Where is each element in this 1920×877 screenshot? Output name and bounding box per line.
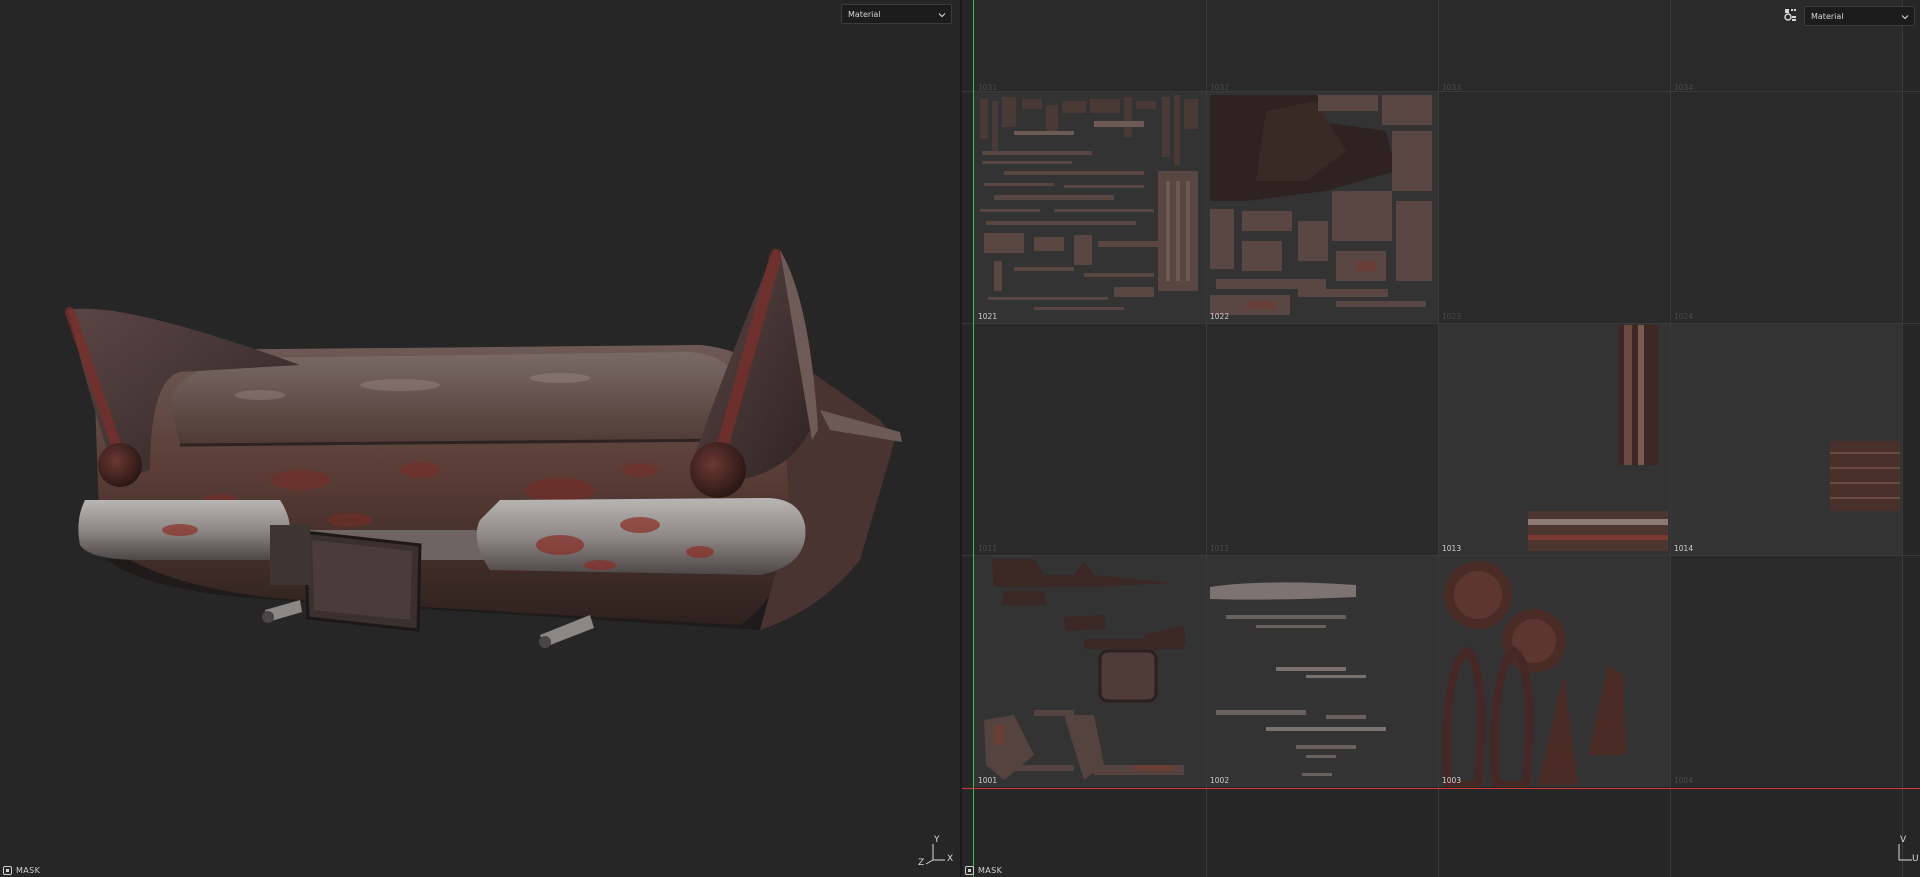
uv-grid[interactable]: 1031 1032 1033 1034 1021 1022 1023 1024 … xyxy=(962,0,1920,877)
grid-line xyxy=(962,323,1920,324)
uv-islands-grille xyxy=(1830,441,1900,511)
uv-tile[interactable]: 1004 xyxy=(1670,555,1902,787)
uv-tile[interactable]: 1024 xyxy=(1670,91,1902,323)
uv-tile[interactable]: 1032 xyxy=(1206,0,1438,92)
uv-tile[interactable]: 1011 xyxy=(974,323,1206,555)
uv-tile[interactable]: 1033 xyxy=(1438,0,1670,92)
dropdown-value: Material xyxy=(848,9,881,19)
mask-toggle-icon[interactable] xyxy=(965,865,974,875)
grid-line xyxy=(1438,0,1439,877)
grid-line xyxy=(1670,0,1671,877)
tile-label: 1013 xyxy=(1442,544,1462,553)
tile-label: 1012 xyxy=(1210,544,1230,553)
mask-status-uv[interactable]: MASK xyxy=(962,863,1002,877)
uv-tile[interactable]: 1002 xyxy=(1206,555,1438,787)
axis-gizmo-uv: V U xyxy=(1892,835,1920,870)
mask-status[interactable]: MASK xyxy=(0,863,40,877)
mask-label: MASK xyxy=(16,865,41,875)
tile-label: 1014 xyxy=(1674,544,1694,553)
uv-tile[interactable]: 1013 xyxy=(1438,323,1670,555)
uv-islands-small-parts xyxy=(980,95,1198,310)
tile-label: 1003 xyxy=(1442,776,1462,785)
grid-line xyxy=(962,91,1920,92)
uv-islands-body-panels xyxy=(1210,95,1432,315)
uv-tile[interactable]: 1022 xyxy=(1206,91,1438,323)
gizmo-v-label: V xyxy=(1900,835,1907,845)
v-axis-line xyxy=(973,0,974,877)
mask-toggle-icon[interactable] xyxy=(3,865,12,875)
viewport-2d-uv[interactable]: 1031 1032 1033 1034 1021 1022 1023 1024 … xyxy=(962,0,1920,877)
gizmo-x-label: X xyxy=(947,854,954,864)
gizmo-u-label: U xyxy=(1912,854,1919,864)
car-model-render[interactable] xyxy=(0,0,960,877)
axis-gizmo-3d: Y Z X xyxy=(918,835,958,870)
grid-line xyxy=(962,555,1920,556)
grid-line xyxy=(1206,0,1207,877)
mask-label: MASK xyxy=(978,865,1003,875)
gizmo-z-label: Z xyxy=(918,858,925,868)
tile-label: 1021 xyxy=(978,312,998,321)
tile-label: 1001 xyxy=(978,776,998,785)
uv-islands-chrome-strips xyxy=(1210,582,1386,776)
tile-label: 1011 xyxy=(978,544,998,553)
tile-label: 1004 xyxy=(1674,776,1694,785)
gizmo-y-label: Y xyxy=(934,835,940,845)
tile-label: 1023 xyxy=(1442,312,1462,321)
uv-tile[interactable]: 1021 xyxy=(974,91,1206,323)
tile-label: 1024 xyxy=(1674,312,1694,321)
uv-tile[interactable]: 1023 xyxy=(1438,91,1670,323)
u-axis-line xyxy=(962,788,1920,789)
uv-tile[interactable]: 1001 xyxy=(974,555,1206,787)
viewport-3d[interactable]: Material Y Z X MASK xyxy=(0,0,960,877)
uv-islands-pipes xyxy=(1528,325,1668,551)
chevron-down-icon xyxy=(938,13,946,18)
uv-islands-tail-lamps xyxy=(1442,561,1626,787)
chevron-down-icon xyxy=(1901,15,1909,20)
tile-label: 1002 xyxy=(1210,776,1230,785)
texture-painter-window: Material Y Z X MASK 1031 1032 1033 1034 … xyxy=(0,0,1920,877)
tile-label: 1022 xyxy=(1210,312,1230,321)
grid-line xyxy=(1902,0,1903,877)
uv-tile[interactable]: 1031 xyxy=(974,0,1206,92)
display-settings-icon[interactable] xyxy=(1784,8,1798,22)
uv-tile[interactable]: 1003 xyxy=(1438,555,1670,787)
uv-islands-trim-parts xyxy=(984,559,1186,780)
uv-tile[interactable]: 1012 xyxy=(1206,323,1438,555)
dropdown-value: Material xyxy=(1811,11,1844,21)
material-mode-dropdown[interactable]: Material xyxy=(841,4,952,24)
uv-tile[interactable]: 1014 xyxy=(1670,323,1902,555)
material-mode-dropdown-uv[interactable]: Material xyxy=(1804,6,1915,26)
